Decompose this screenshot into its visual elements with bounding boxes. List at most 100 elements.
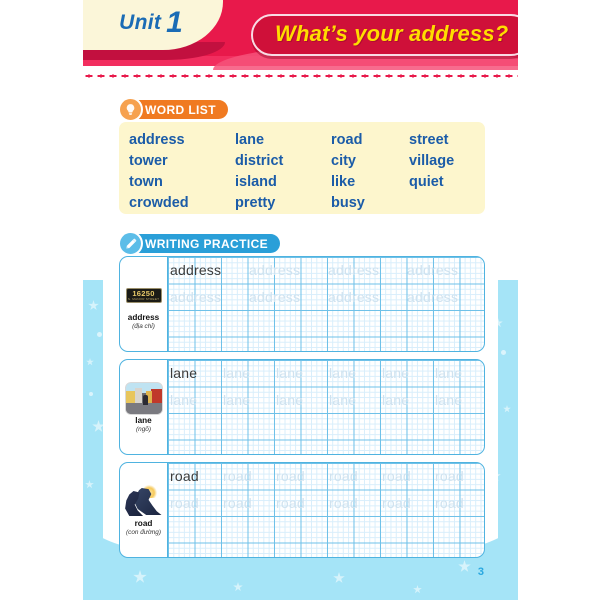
trace-word: address xyxy=(249,262,301,279)
pencil-icon xyxy=(118,231,143,256)
trace-word: road xyxy=(435,494,464,511)
row-word-translation: (địa chỉ) xyxy=(132,323,155,330)
trace-word: address xyxy=(328,288,380,305)
trace-word: lane xyxy=(276,365,304,382)
word-item: village xyxy=(409,153,455,169)
row-word-translation: (ngõ) xyxy=(136,426,151,433)
trace-word: road xyxy=(329,494,358,511)
word-item: tower xyxy=(129,153,168,169)
word-item: like xyxy=(331,174,356,190)
dotted-divider xyxy=(83,74,518,78)
trace-word: lane xyxy=(223,365,251,382)
trace-word: lane xyxy=(223,391,251,408)
trace-word: address xyxy=(407,262,459,279)
word-item: city xyxy=(331,153,356,169)
word-item: district xyxy=(235,153,284,169)
road-picture xyxy=(125,485,163,517)
trace-word: address xyxy=(249,288,301,305)
right-blue-band xyxy=(498,280,518,600)
trace-word: address xyxy=(407,288,459,305)
row-word-label: address xyxy=(127,313,160,322)
section-chip-writing-practice: WRITING PRACTICE xyxy=(118,231,281,256)
tracing-line[interactable]: address address address address xyxy=(170,284,484,311)
word-picture-cell: 16250 S. MANOR STREET address (địa chỉ) xyxy=(120,257,167,351)
word-list-grid: address lane road street tower district … xyxy=(129,130,485,213)
lane-picture xyxy=(124,381,163,415)
trace-word: lane xyxy=(435,365,463,382)
trace-word: road xyxy=(382,494,411,511)
section-chip-label: WORD LIST xyxy=(145,102,216,117)
tracing-line[interactable]: road road road road road road xyxy=(170,490,484,517)
word-item: busy xyxy=(331,195,365,211)
row-word-translation: (con đường) xyxy=(126,529,161,536)
trace-word: road xyxy=(223,468,252,485)
word-item: quiet xyxy=(409,174,444,190)
trace-word: road xyxy=(223,494,252,511)
word-item: road xyxy=(331,132,363,148)
section-chip-word-list: WORD LIST xyxy=(118,97,228,122)
person-shape xyxy=(142,394,148,405)
trace-word: lane xyxy=(382,391,410,408)
row-word-label: road xyxy=(134,519,153,528)
screenshot-root: Unit 1 What’s your address? WORD LIST ad… xyxy=(0,0,600,600)
page-number: 3 xyxy=(477,566,484,578)
tracing-line[interactable]: address address address address xyxy=(170,257,484,284)
word-item xyxy=(409,193,495,213)
tracing-grid[interactable]: lane lane lane lane lane lane lane lane … xyxy=(167,360,484,454)
tracing-line[interactable]: road road road road road road xyxy=(170,463,484,490)
trace-word: lane xyxy=(382,365,410,382)
trace-word: road xyxy=(276,494,305,511)
practice-row[interactable]: lane (ngõ) lane lane lane lane lane lane… xyxy=(119,359,485,455)
practice-row[interactable]: 16250 S. MANOR STREET address (địa chỉ) … xyxy=(119,256,485,352)
tracing-grid[interactable]: address address address address address … xyxy=(167,257,484,351)
address-plate-icon: 16250 S. MANOR STREET xyxy=(125,280,163,310)
tracing-line[interactable]: lane lane lane lane lane lane xyxy=(170,387,484,414)
trace-word: road xyxy=(382,468,411,485)
dot-decoration xyxy=(501,350,506,355)
unit-label: Unit xyxy=(119,11,162,34)
page-title: What’s your address? xyxy=(275,21,509,46)
trace-word: lane xyxy=(329,365,357,382)
trace-word: lane xyxy=(170,365,198,382)
dot-decoration xyxy=(97,332,102,337)
word-item: town xyxy=(129,174,163,190)
word-item: address xyxy=(129,132,185,148)
workbook-page: Unit 1 What’s your address? WORD LIST ad… xyxy=(83,0,518,600)
trace-word: lane xyxy=(329,391,357,408)
winding-road-icon xyxy=(125,485,163,517)
plate-subtext: S. MANOR STREET xyxy=(127,296,160,301)
trace-word: lane xyxy=(276,391,304,408)
tracing-line[interactable]: lane lane lane lane lane lane xyxy=(170,360,484,387)
lesson-title-pill: What’s your address? xyxy=(251,14,518,56)
trace-word: address xyxy=(328,262,380,279)
tracing-grid[interactable]: road road road road road road road road … xyxy=(167,463,484,557)
word-item: lane xyxy=(235,132,265,148)
trace-word: road xyxy=(170,468,199,485)
trace-word: road xyxy=(170,494,199,511)
trace-word: address xyxy=(170,288,222,305)
word-item: island xyxy=(235,174,277,190)
word-picture-cell: road (con đường) xyxy=(120,463,167,557)
dot-decoration xyxy=(487,512,491,516)
trace-word: lane xyxy=(435,391,463,408)
word-item: pretty xyxy=(235,195,276,211)
street-scene-icon xyxy=(124,381,163,415)
row-word-label: lane xyxy=(135,416,152,425)
word-list-box: address lane road street tower district … xyxy=(119,122,485,214)
plate-number: 16250 xyxy=(132,288,155,298)
address-plate: 16250 S. MANOR STREET xyxy=(125,287,162,303)
section-chip-label: WRITING PRACTICE xyxy=(145,236,269,251)
trace-word: address xyxy=(170,262,222,279)
trace-word: road xyxy=(435,468,464,485)
word-item: crowded xyxy=(129,195,189,211)
trace-word: lane xyxy=(170,391,198,408)
trace-word: road xyxy=(329,468,358,485)
lightbulb-icon xyxy=(118,97,143,122)
unit-number: 1 xyxy=(166,6,183,39)
word-picture-cell: lane (ngõ) xyxy=(120,360,167,454)
word-item: street xyxy=(409,132,449,148)
left-blue-band xyxy=(83,280,103,600)
dot-decoration xyxy=(89,392,93,396)
page-header: Unit 1 What’s your address? xyxy=(83,0,518,70)
practice-row[interactable]: road (con đường) road road road road roa… xyxy=(119,462,485,558)
